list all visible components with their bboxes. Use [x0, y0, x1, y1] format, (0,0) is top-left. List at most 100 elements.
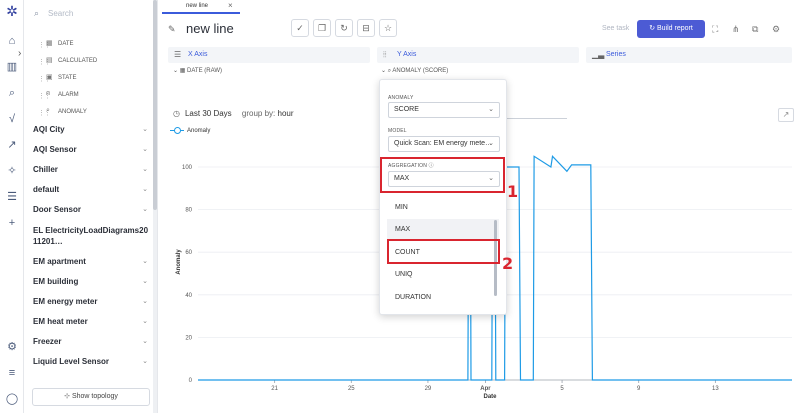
user-icon[interactable]: ◯ [5, 392, 19, 406]
chevron-down-icon: ⌄ [142, 126, 148, 133]
x-axis-field[interactable]: ⌄ ▦ DATE (RAW) [173, 67, 222, 74]
option-uniq[interactable]: UNIQ [387, 264, 499, 286]
tab-new-line[interactable]: new line × [162, 0, 240, 14]
legend-swatch [170, 126, 184, 134]
copy-icon: ❐ [317, 23, 327, 33]
sliders-icon[interactable]: ≡ [5, 366, 19, 380]
group-item[interactable]: EL ElectricityLoadDiagrams2011201… [24, 220, 156, 252]
group-item[interactable]: Liquid Level Sensor ⌄ [24, 352, 156, 372]
bars-icon: ▁▃ [592, 50, 605, 59]
option-max[interactable]: MAX [387, 219, 499, 241]
share-icon[interactable]: ⋔ [732, 24, 740, 35]
field-list: ⋮⋮ ▦ DATE ⋮⋮ ▤ CALCULATED ⋮⋮ ▣ STATE ⋮⋮ ⍝ ALARM … [38, 36, 148, 121]
alarm-icon: ⍝ [46, 90, 51, 97]
see-task-link[interactable]: See task [602, 25, 629, 32]
plus-icon[interactable]: + [5, 216, 19, 230]
trend-icon[interactable]: ↗ [5, 138, 19, 152]
clock-icon: ◷ [173, 109, 180, 118]
field-item[interactable]: ⋮⋮ ▣ STATE [38, 70, 148, 87]
delete-button[interactable]: ⊟ [357, 19, 375, 37]
x-axis-panel[interactable]: ☰ X Axis [168, 47, 370, 63]
build-report-button[interactable]: ↻ Build report [637, 20, 705, 38]
calendar-icon: ▦ [46, 40, 53, 47]
refresh-icon: ↻ [649, 25, 657, 32]
gear-icon[interactable]: ⚙ [5, 340, 19, 354]
option-min[interactable]: MIN [387, 197, 499, 219]
state-icon: ▣ [46, 74, 53, 81]
group-item[interactable]: Freezer ⌄ [24, 332, 156, 352]
field-item[interactable]: ⋮⋮ ▦ DATE [38, 36, 148, 53]
option-duration[interactable]: DURATION [387, 287, 499, 309]
close-icon[interactable]: × [228, 1, 233, 10]
sidebar-search[interactable]: ⌕ Search [32, 7, 147, 21]
chart-legend[interactable]: Anomaly [170, 126, 211, 134]
page-title[interactable]: new line [186, 21, 234, 36]
bar-chart-icon[interactable]: ▥ [5, 60, 19, 74]
favorite-button[interactable]: ☆ [379, 19, 397, 37]
x-tick-label: 5 [560, 386, 564, 392]
anomaly-icon: ⌕ [46, 107, 50, 114]
y-tick-label: 20 [185, 335, 192, 341]
collapse-sidebar-icon[interactable]: › [18, 48, 28, 62]
group-item[interactable]: EM energy meter ⌄ [24, 292, 156, 312]
chevron-down-icon: ⌄ [173, 68, 180, 74]
chevron-down-icon: ⌄ [381, 68, 388, 74]
sidebar-scrollbar[interactable] [153, 0, 157, 413]
search-input[interactable]: Search [48, 9, 73, 18]
x-tick-labels: 21 25 29 Apr 5 9 13 [271, 380, 719, 392]
calc-icon: ▤ [46, 57, 53, 64]
legend-label: Anomaly [187, 128, 211, 134]
formula-icon[interactable]: √ [5, 112, 19, 126]
group-item[interactable]: EM apartment ⌄ [24, 252, 156, 272]
search-icon[interactable]: ⌕ [5, 86, 19, 100]
list-icon: ☰ [174, 50, 182, 59]
group-item[interactable]: EM heat meter ⌄ [24, 312, 156, 332]
pencil-icon[interactable]: ✎ [168, 24, 176, 35]
group-item[interactable]: Chiller ⌄ [24, 160, 156, 180]
gear-icon[interactable]: ⚙ [772, 24, 780, 35]
group-item[interactable]: AQI City ⌄ [24, 120, 156, 140]
x-axis-label: Date [483, 394, 497, 400]
chart-expand-button[interactable]: ↗ [778, 108, 794, 122]
trash-icon: ⊟ [362, 23, 370, 33]
menu-icon[interactable]: ☰ [5, 190, 19, 204]
y-tick-label: 60 [185, 250, 192, 256]
y-axis-label: Anomaly [176, 249, 182, 275]
date-range[interactable]: ◷ Last 30 Days group by: hour [173, 109, 294, 118]
y-tick-label: 0 [189, 378, 193, 384]
field-item[interactable]: ⋮⋮ ▤ CALCULATED [38, 53, 148, 70]
y-axis-field[interactable]: ⌄ ⌕ ANOMALY (SCORE) [381, 67, 448, 75]
field-item[interactable]: ⋮⋮ ⍝ ALARM [38, 87, 148, 104]
anomaly-select[interactable]: SCORE ⌄ [388, 102, 500, 118]
check-icon: ✓ [296, 23, 304, 33]
series-panel[interactable]: ▁▃ Series [586, 47, 792, 63]
model-select[interactable]: Quick Scan: EM energy mete… ⌄ [388, 136, 500, 152]
group-item[interactable]: Door Sensor ⌄ [24, 200, 156, 220]
sidebar: ⌕ Search ⋮⋮ ▦ DATE ⋮⋮ ▤ CALCULATED ⋮⋮ ▣ STATE … [24, 0, 158, 413]
chevron-down-icon: ⌄ [488, 140, 494, 147]
save-button[interactable]: ✓ [291, 19, 309, 37]
group-item[interactable]: default ⌄ [24, 180, 156, 200]
expand-icon[interactable]: ⛶ [712, 24, 718, 35]
columns-icon: ⦙⦙ [383, 50, 387, 59]
group-item[interactable]: EM building ⌄ [24, 272, 156, 292]
scrollbar-thumb[interactable] [153, 0, 157, 210]
refresh-icon: ↻ [340, 23, 348, 33]
duplicate-button[interactable]: ❐ [313, 19, 331, 37]
y-axis-panel[interactable]: ⦙⦙ Y Axis [377, 47, 579, 63]
x-tick-label: Apr [480, 386, 491, 392]
sparkle-icon[interactable]: ✧ [5, 164, 19, 178]
home-icon[interactable]: ⌂ [5, 34, 19, 48]
x-tick-label: 13 [712, 386, 719, 392]
tab-bar: new line × [160, 0, 800, 14]
show-topology-button[interactable]: ⊹ Show topology [32, 388, 150, 406]
field-item[interactable]: ⋮⋮ ⌕ ANOMALY [38, 104, 148, 121]
group-item[interactable]: AQI Sensor ⌄ [24, 140, 156, 160]
refresh-button[interactable]: ↻ [335, 19, 353, 37]
topology-icon: ⊹ [64, 393, 72, 400]
trend-icon: ↗ [782, 110, 790, 119]
app-logo-icon[interactable]: ✲ [4, 4, 20, 20]
export-icon[interactable]: ⧉ [752, 24, 758, 35]
chevron-down-icon: ⌄ [142, 358, 148, 365]
calendar-icon: ▦ [179, 68, 188, 74]
